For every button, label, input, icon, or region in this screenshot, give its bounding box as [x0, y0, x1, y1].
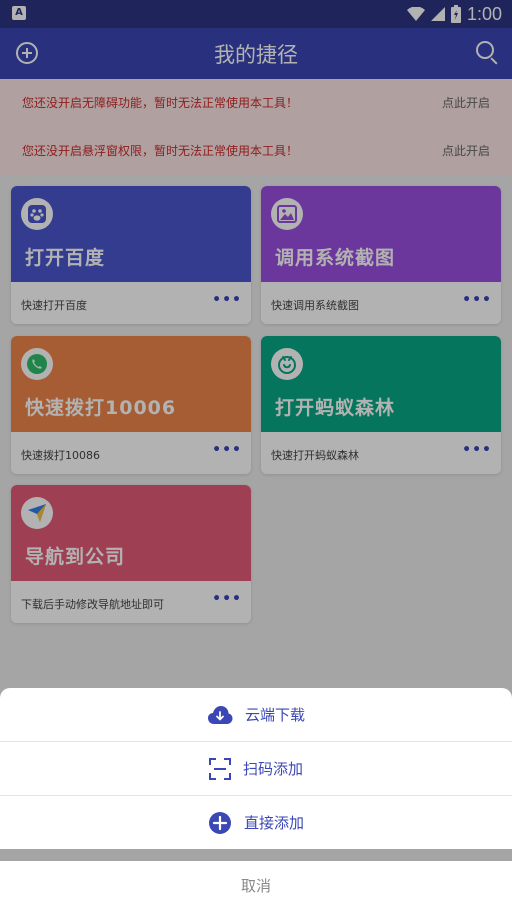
- cloud-download-label: 云端下载: [244, 706, 305, 724]
- cloud-download-option[interactable]: 云端下载: [0, 688, 512, 741]
- add-shortcut-sheet: 云端下载 扫码添加 直接添加 取消: [0, 688, 512, 910]
- direct-add-option[interactable]: 直接添加: [0, 796, 512, 849]
- add-circle-icon: [208, 811, 231, 834]
- scan-icon: [208, 757, 231, 780]
- cloud-download-icon: [207, 705, 233, 724]
- scan-add-label: 扫码添加: [242, 760, 303, 778]
- scan-add-option[interactable]: 扫码添加: [0, 742, 512, 795]
- cancel-button[interactable]: 取消: [0, 861, 512, 910]
- direct-add-label: 直接添加: [243, 814, 304, 832]
